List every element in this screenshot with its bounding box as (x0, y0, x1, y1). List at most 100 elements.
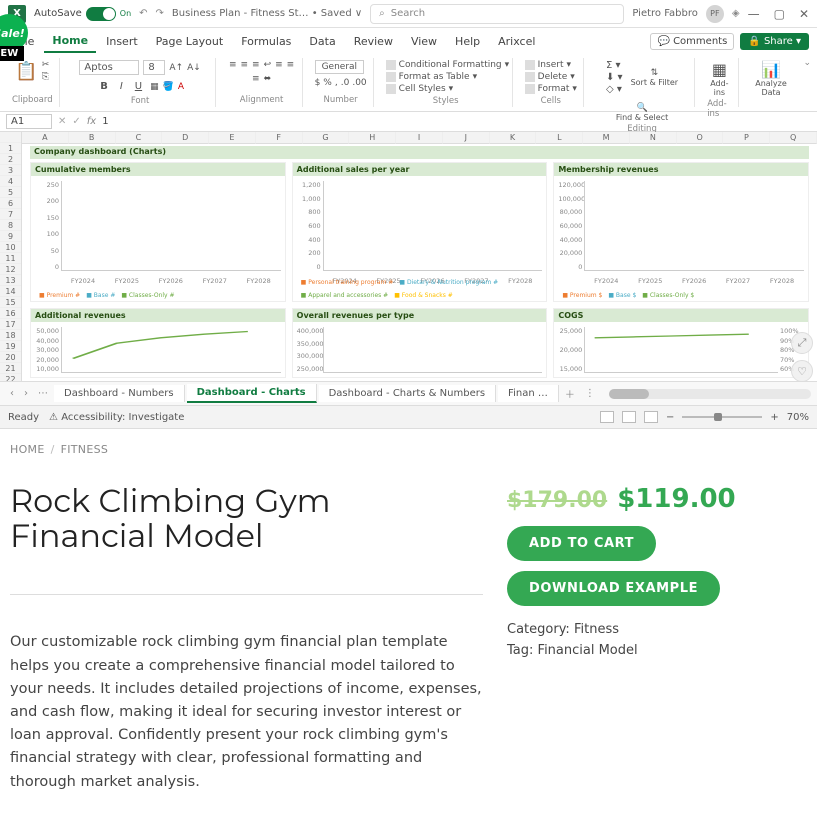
fill-color-icon[interactable]: 🪣 (163, 82, 174, 92)
zoom-out-icon[interactable]: − (666, 412, 674, 423)
view-normal-icon[interactable] (600, 411, 614, 423)
ribbon-group-styles: Conditional Formatting ▾ Format as Table… (380, 58, 513, 107)
fx-icon[interactable]: fx (87, 116, 96, 127)
diamond-icon[interactable]: ◈ (732, 8, 740, 19)
fill-icon[interactable]: ⬇ ▾ (606, 72, 623, 83)
bold-button[interactable]: B (96, 79, 112, 94)
analyze-data-button[interactable]: 📊 Analyze Data (751, 60, 792, 97)
breadcrumb-category[interactable]: FITNESS (61, 443, 109, 456)
maximize-icon[interactable]: ▢ (774, 7, 785, 21)
sheet-tab[interactable]: Finan … (498, 385, 559, 402)
tag-link[interactable]: Financial Model (538, 643, 638, 658)
comments-button[interactable]: 💬 Comments (650, 33, 734, 50)
document-filename[interactable]: Business Plan - Fitness St… • Saved ∨ (172, 8, 362, 19)
heart-icon[interactable]: ♡ (791, 360, 813, 382)
download-example-button[interactable]: DOWNLOAD EXAMPLE (507, 571, 720, 606)
tab-formulas[interactable]: Formulas (233, 31, 299, 52)
underline-button[interactable]: U (131, 79, 146, 94)
sheet-tab[interactable]: Dashboard - Numbers (54, 385, 185, 402)
cells-insert-button[interactable]: Insert ▾ (525, 60, 571, 70)
autosave-toggle[interactable]: AutoSave On (34, 7, 131, 21)
decrease-font-icon[interactable]: A↓ (187, 63, 201, 73)
view-page-break-icon[interactable] (644, 411, 658, 423)
dec-inc-icon[interactable]: .0 (341, 78, 350, 88)
align-bot-icon[interactable]: ≡ (252, 60, 260, 70)
sheet-tab[interactable]: Dashboard - Charts & Numbers (319, 385, 496, 402)
row-headers[interactable]: 12345678910111213141516171819202122 (0, 132, 22, 381)
tab-data[interactable]: Data (301, 31, 343, 52)
tab-view[interactable]: View (403, 31, 445, 52)
align-center-icon[interactable]: ≡ (287, 60, 295, 70)
addins-button[interactable]: ▦ Add-ins (707, 60, 731, 97)
formula-value[interactable]: 1 (102, 116, 108, 127)
toggle-on-icon[interactable] (86, 7, 116, 21)
sheet-tab[interactable]: Dashboard - Charts (187, 384, 317, 403)
sheet-nav-next-icon[interactable]: › (20, 388, 32, 399)
redo-icon[interactable]: ↷ (156, 8, 164, 19)
format-as-table-button[interactable]: Format as Table ▾ (386, 72, 477, 82)
cut-icon[interactable]: ✂ (42, 60, 50, 70)
tab-page-layout[interactable]: Page Layout (148, 31, 232, 52)
accept-formula-icon[interactable]: ✓ (72, 116, 80, 127)
accessibility-status[interactable]: ⚠ Accessibility: Investigate (49, 412, 184, 423)
tab-help[interactable]: Help (447, 31, 488, 52)
tab-insert[interactable]: Insert (98, 31, 146, 52)
category-link[interactable]: Fitness (574, 622, 619, 637)
share-button[interactable]: 🔒 Share ▾ (740, 33, 809, 50)
add-sheet-icon[interactable]: ＋ (561, 386, 579, 401)
minimize-icon[interactable]: — (748, 7, 760, 21)
font-size-select[interactable]: 8 (143, 60, 165, 75)
align-top-icon[interactable]: ≡ (229, 60, 237, 70)
border-icon[interactable]: ▦ (150, 82, 159, 92)
italic-button[interactable]: I (116, 79, 127, 94)
cell-styles-button[interactable]: Cell Styles ▾ (386, 84, 454, 94)
tab-home[interactable]: Home (44, 30, 96, 53)
column-headers[interactable]: ABCDEFGHIJKLMNOPQ (22, 132, 817, 144)
chart-membership-revenues: Membership revenues 120,000100,00080,000… (553, 162, 809, 302)
cancel-formula-icon[interactable]: ✕ (58, 116, 66, 127)
sheet-nav-more-icon[interactable]: ⋯ (34, 388, 52, 399)
tab-arixcel[interactable]: Arixcel (490, 31, 543, 52)
currency-icon[interactable]: $ (315, 78, 321, 88)
add-to-cart-button[interactable]: ADD TO CART (507, 526, 656, 561)
zoom-level[interactable]: 70% (787, 412, 809, 423)
user-avatar[interactable]: PF (706, 5, 724, 23)
conditional-formatting-button[interactable]: Conditional Formatting ▾ (386, 60, 510, 70)
undo-icon[interactable]: ↶ (139, 8, 147, 19)
align-left-icon[interactable]: ≡ (275, 60, 283, 70)
number-format-select[interactable]: General (315, 60, 364, 74)
percent-icon[interactable]: % (323, 78, 332, 88)
view-page-layout-icon[interactable] (622, 411, 636, 423)
expand-icon[interactable]: ⤢ (791, 332, 813, 354)
copy-icon[interactable]: ⎘ (42, 72, 50, 82)
close-icon[interactable]: ✕ (799, 7, 809, 21)
increase-font-icon[interactable]: A↑ (169, 63, 183, 73)
sheet-menu-icon[interactable]: ⋮ (581, 388, 599, 399)
user-name[interactable]: Pietro Fabbro (632, 8, 698, 19)
clear-icon[interactable]: ◇ ▾ (606, 84, 623, 95)
sheet-canvas[interactable]: ABCDEFGHIJKLMNOPQ Company dashboard (Cha… (22, 132, 817, 381)
breadcrumb-home[interactable]: HOME (10, 443, 45, 456)
cells-delete-button[interactable]: Delete ▾ (525, 72, 575, 82)
horizontal-scrollbar[interactable] (609, 389, 811, 399)
align-mid-icon[interactable]: ≡ (240, 60, 248, 70)
sheet-nav-prev-icon[interactable]: ‹ (6, 388, 18, 399)
tab-review[interactable]: Review (346, 31, 401, 52)
search-box[interactable]: ⌕ Search (370, 4, 624, 24)
font-name-select[interactable]: Aptos (79, 60, 139, 75)
cells-format-button[interactable]: Format ▾ (525, 84, 577, 94)
align-right-icon[interactable]: ≡ (252, 74, 260, 84)
ribbon-collapse-icon[interactable]: ⌄ (803, 58, 811, 68)
comma-icon[interactable]: , (335, 78, 338, 88)
chart-grid: Cumulative members 250200150100500 FY202… (30, 162, 809, 377)
merge-icon[interactable]: ⬌ (264, 74, 272, 84)
font-color-icon[interactable]: A (178, 82, 184, 92)
zoom-in-icon[interactable]: + (770, 412, 778, 423)
name-box[interactable]: A1 (6, 114, 52, 129)
find-select-button[interactable]: 🔍 Find & Select (616, 103, 668, 122)
wrap-text-icon[interactable]: ↩ (264, 60, 272, 70)
zoom-slider[interactable] (682, 416, 762, 418)
sort-filter-button[interactable]: ⇅ Sort & Filter (631, 68, 679, 87)
autosum-icon[interactable]: Σ ▾ (606, 60, 623, 71)
dec-dec-icon[interactable]: .00 (352, 78, 366, 88)
